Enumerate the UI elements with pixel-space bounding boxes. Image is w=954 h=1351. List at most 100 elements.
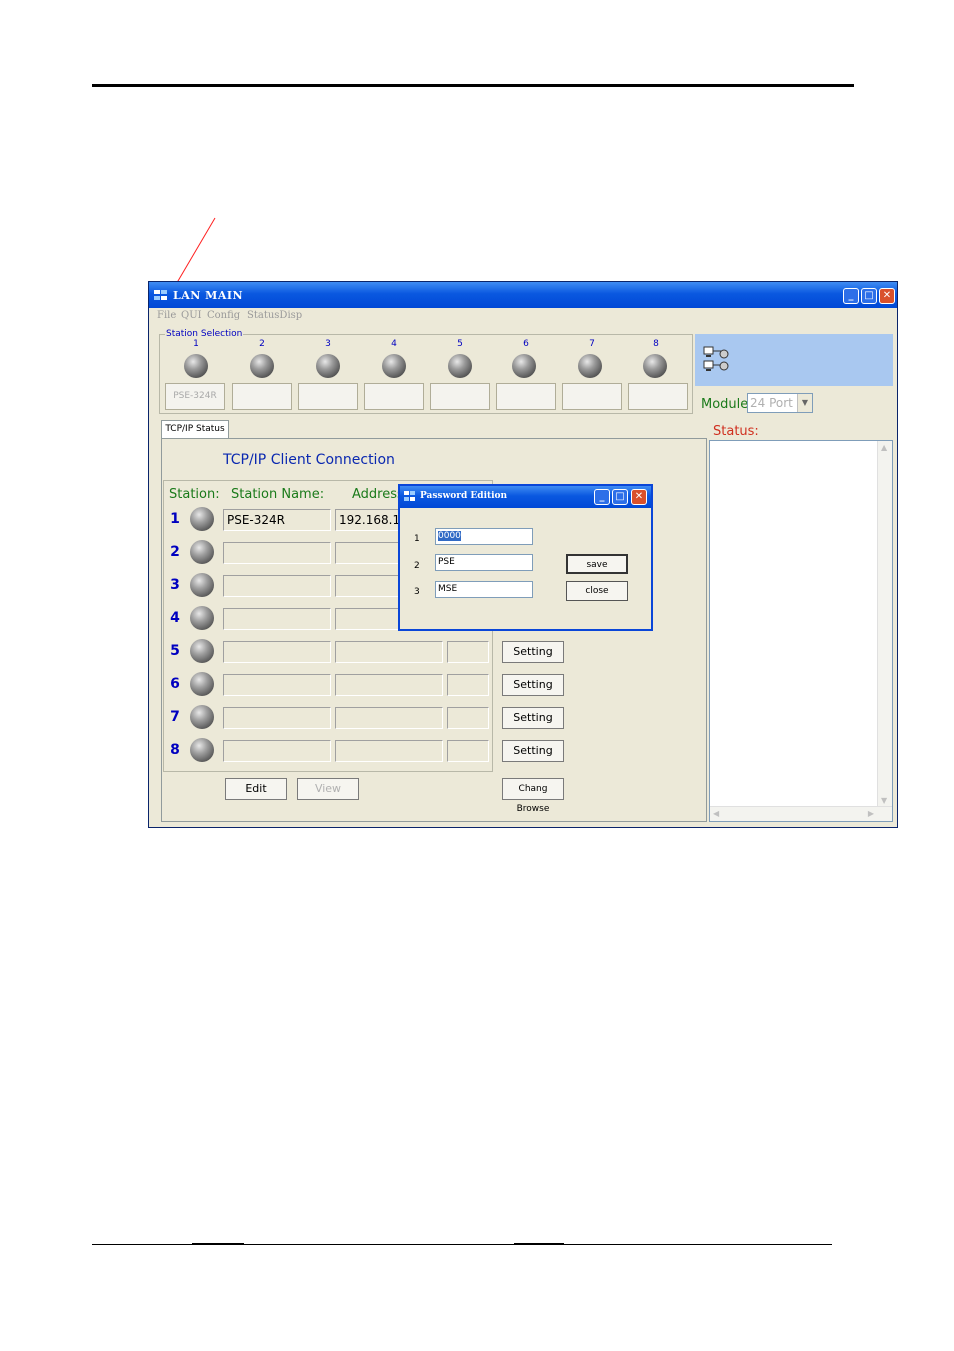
- save-button[interactable]: save: [566, 554, 628, 574]
- setting-button[interactable]: Setting: [502, 707, 564, 729]
- module-select[interactable]: 24 Port ▼: [747, 393, 813, 413]
- station-name-field[interactable]: [223, 608, 331, 630]
- menu-bar: File QUI Config StatusDisp: [149, 308, 897, 326]
- menu-qui[interactable]: QUI: [181, 310, 202, 321]
- station-button[interactable]: [628, 383, 688, 410]
- station-led[interactable]: [316, 354, 340, 378]
- close-dialog-button[interactable]: close: [566, 581, 628, 601]
- menu-file[interactable]: File: [157, 310, 176, 321]
- row-led: [190, 672, 214, 696]
- setting-button[interactable]: Setting: [502, 740, 564, 762]
- row-led: [190, 639, 214, 663]
- maximize-button[interactable]: □: [861, 288, 877, 304]
- row-number: 3: [170, 577, 180, 593]
- station-led[interactable]: [250, 354, 274, 378]
- dialog-close-button[interactable]: ✕: [631, 489, 647, 505]
- station-led[interactable]: [382, 354, 406, 378]
- close-icon: ✕: [882, 290, 892, 301]
- dialog-title: Password Edition: [420, 491, 508, 501]
- station-number: 3: [325, 339, 331, 349]
- station-led[interactable]: [184, 354, 208, 378]
- view-button[interactable]: View: [297, 778, 359, 800]
- station-name-field[interactable]: [223, 542, 331, 564]
- title-bar[interactable]: LAN MAIN _ □ ✕: [149, 282, 897, 308]
- station-button[interactable]: [232, 383, 292, 410]
- scroll-up-icon[interactable]: ▲: [881, 443, 887, 452]
- station-led[interactable]: [512, 354, 536, 378]
- address-field[interactable]: [335, 674, 443, 696]
- row-led: [190, 507, 214, 531]
- station-button[interactable]: [562, 383, 622, 410]
- row-number: 2: [170, 544, 180, 560]
- page-top-rule: [92, 84, 854, 87]
- dialog-title-bar[interactable]: Password Edition _ □ ✕: [400, 486, 651, 508]
- status-log[interactable]: ▲ ▼ ◀ ▶: [709, 440, 893, 822]
- address-field[interactable]: [335, 707, 443, 729]
- row-led: [190, 540, 214, 564]
- password-value: MSE: [438, 584, 458, 594]
- setting-button[interactable]: Setting: [502, 641, 564, 663]
- port-field[interactable]: [447, 707, 489, 729]
- password-value: 0000: [438, 531, 461, 541]
- password-dialog: Password Edition _ □ ✕ 1 0000 2 PSE 3 MS…: [398, 484, 653, 631]
- station-name-field[interactable]: [223, 641, 331, 663]
- station-led[interactable]: [578, 354, 602, 378]
- password-value: PSE: [438, 557, 455, 567]
- station-button[interactable]: [364, 383, 424, 410]
- station-name-field[interactable]: [223, 575, 331, 597]
- password-field-1[interactable]: 0000: [435, 528, 533, 545]
- window-title: LAN MAIN: [173, 289, 244, 302]
- chang-browse-button[interactable]: Chang Browse: [502, 778, 564, 814]
- network-icon: [703, 346, 729, 371]
- app-icon: [154, 290, 167, 300]
- page-bottom-rule-segment: [514, 1243, 564, 1245]
- app-icon: [404, 491, 415, 501]
- station-button[interactable]: PSE-324R: [165, 383, 225, 410]
- station-led[interactable]: [643, 354, 667, 378]
- setting-button[interactable]: Setting: [502, 674, 564, 696]
- dialog-maximize-button[interactable]: □: [612, 489, 628, 505]
- station-selection-label: Station Selection: [165, 329, 244, 339]
- horizontal-scrollbar[interactable]: ◀ ▶: [710, 806, 892, 821]
- password-field-2[interactable]: PSE: [435, 554, 533, 571]
- row-number: 1: [170, 511, 180, 527]
- station-name-field[interactable]: [223, 740, 331, 762]
- address-field[interactable]: [335, 740, 443, 762]
- address-field[interactable]: [335, 641, 443, 663]
- connection-title: TCP/IP Client Connection: [223, 452, 395, 468]
- password-number: 3: [414, 587, 420, 597]
- password-number: 2: [414, 561, 420, 571]
- dialog-minimize-button[interactable]: _: [594, 489, 610, 505]
- minimize-button[interactable]: _: [843, 288, 859, 304]
- row-led: [190, 606, 214, 630]
- tab-tcpip-status[interactable]: TCP/IP Status: [161, 420, 229, 438]
- header-station: Station:: [169, 487, 220, 502]
- header-address: Address: [352, 487, 404, 502]
- row-number: 4: [170, 610, 180, 626]
- station-led[interactable]: [448, 354, 472, 378]
- password-field-3[interactable]: MSE: [435, 581, 533, 598]
- station-button[interactable]: [298, 383, 358, 410]
- station-name-field[interactable]: [223, 674, 331, 696]
- port-field[interactable]: [447, 641, 489, 663]
- close-button[interactable]: ✕: [879, 288, 895, 304]
- station-number: 6: [523, 339, 529, 349]
- station-name-field[interactable]: [223, 707, 331, 729]
- scroll-right-icon[interactable]: ▶: [868, 809, 874, 818]
- menu-statusdisp[interactable]: StatusDisp: [247, 310, 302, 321]
- vertical-scrollbar[interactable]: ▲ ▼: [877, 441, 892, 807]
- scroll-down-icon[interactable]: ▼: [881, 796, 887, 805]
- edit-button[interactable]: Edit: [225, 778, 287, 800]
- station-button[interactable]: [430, 383, 490, 410]
- port-field[interactable]: [447, 740, 489, 762]
- page-bottom-rule-segment: [192, 1243, 244, 1245]
- minimize-icon: _: [599, 491, 605, 502]
- station-button[interactable]: [496, 383, 556, 410]
- station-name-field[interactable]: PSE-324R: [223, 509, 331, 531]
- chevron-down-icon[interactable]: ▼: [797, 394, 812, 412]
- module-label: Module:: [701, 397, 753, 412]
- menu-config[interactable]: Config: [207, 310, 240, 321]
- port-field[interactable]: [447, 674, 489, 696]
- scroll-left-icon[interactable]: ◀: [713, 809, 719, 818]
- row-led: [190, 705, 214, 729]
